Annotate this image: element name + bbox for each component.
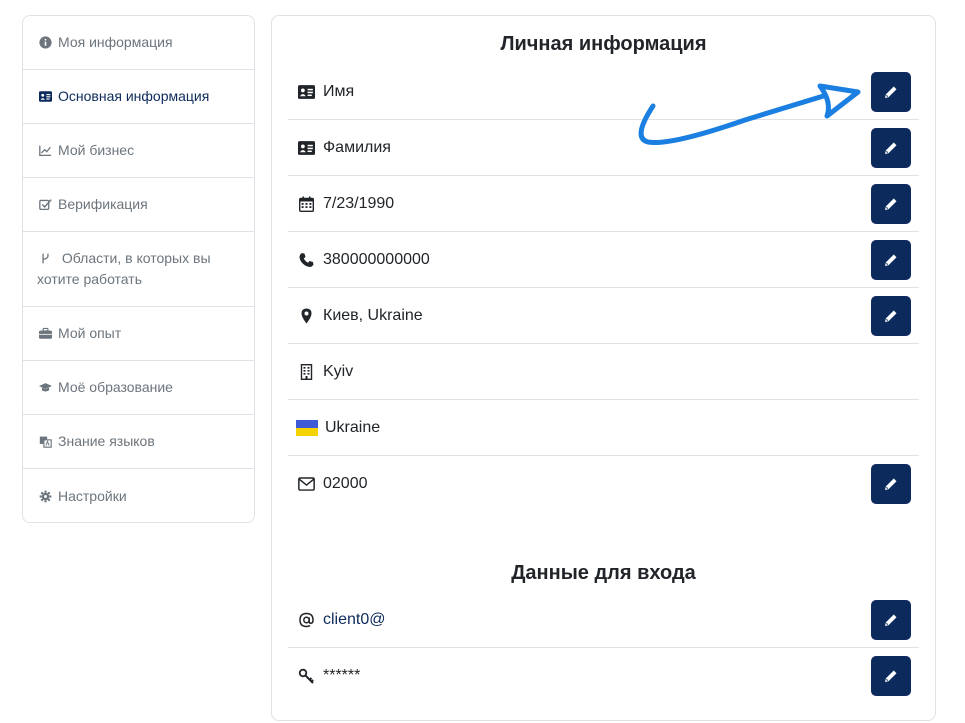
edit-email-button[interactable] [871, 600, 911, 640]
edit-first-name-button[interactable] [871, 72, 911, 112]
edit-birthdate-button[interactable] [871, 184, 911, 224]
info-row-city: Kyiv [288, 344, 919, 400]
line-chart-icon [37, 144, 53, 158]
sidebar-item-label: Настройки [58, 487, 127, 504]
envelope-icon [296, 475, 316, 493]
gear-icon [37, 489, 53, 503]
sidebar-item-basic-info[interactable]: Основная информация [23, 70, 254, 124]
edit-postal-code-button[interactable] [871, 464, 911, 504]
sidebar-item-label: Знание языков [58, 433, 155, 449]
info-row-phone: 380000000000 [288, 232, 919, 288]
sidebar-item-label: Моя информация [58, 34, 173, 50]
info-value: 7/23/1990 [323, 194, 395, 212]
sidebar-item-verification[interactable]: Верификация [23, 178, 254, 232]
id-card-icon [37, 90, 53, 104]
pencil-icon [885, 310, 897, 322]
info-value: Kyiv [323, 362, 354, 380]
login-row-email: client0@ [288, 592, 919, 648]
checkbox-icon [37, 198, 53, 212]
sidebar-item-label: Области, в которых вы хотите работать [37, 250, 211, 287]
info-value: Киев, Ukraine [323, 306, 423, 324]
main-panel: Личная информация Имя Фамилия 7/23/1990 [271, 15, 936, 721]
login-row-password: ****** [288, 648, 919, 704]
edit-location-button[interactable] [871, 296, 911, 336]
building-icon [296, 363, 316, 381]
info-row-first-name: Имя [288, 64, 919, 120]
id-card-icon [296, 139, 316, 157]
login-data-title: Данные для входа [511, 562, 696, 584]
info-row-last-name: Фамилия [288, 120, 919, 176]
sidebar-item-languages[interactable]: Знание языков [23, 415, 254, 469]
key-icon [296, 667, 316, 685]
sidebar-item-label: Верификация [58, 196, 148, 212]
pencil-icon [885, 478, 897, 490]
info-value: 380000000000 [323, 250, 430, 268]
sidebar-item-label: Мой бизнес [58, 142, 135, 158]
pencil-icon [885, 198, 897, 210]
calendar-icon [296, 195, 316, 213]
info-icon [37, 36, 53, 50]
edit-phone-button[interactable] [871, 240, 911, 280]
info-value: Ukraine [325, 418, 381, 436]
sidebar-item-settings[interactable]: Настройки [23, 469, 254, 522]
briefcase-icon [37, 327, 53, 341]
info-row-country: Ukraine [288, 400, 919, 456]
edit-last-name-button[interactable] [871, 128, 911, 168]
info-row-location: Киев, Ukraine [288, 288, 919, 344]
id-card-icon [296, 83, 316, 101]
map-marker-icon [296, 307, 316, 325]
branch-icon [37, 252, 53, 266]
info-value: Фамилия [323, 138, 391, 156]
info-row-birthdate: 7/23/1990 [288, 176, 919, 232]
pencil-icon [885, 142, 897, 154]
edit-password-button[interactable] [871, 656, 911, 696]
info-value: 02000 [323, 475, 368, 492]
ukraine-flag-icon [296, 419, 318, 436]
sidebar-item-my-info[interactable]: Моя информация [23, 16, 254, 70]
personal-info-title: Личная информация [500, 33, 707, 55]
sidebar-item-work-areas[interactable]: Области, в которых вы хотите работать [23, 232, 254, 307]
sidebar-item-my-education[interactable]: Моё образование [23, 361, 254, 415]
info-row-postal-code: 02000 [288, 456, 919, 512]
sidebar-item-my-experience[interactable]: Мой опыт [23, 307, 254, 361]
graduation-cap-icon [37, 381, 53, 395]
pencil-icon [885, 86, 897, 98]
info-value: Имя [323, 82, 355, 100]
pencil-icon [885, 670, 897, 682]
at-icon [296, 611, 316, 629]
phone-icon [296, 251, 316, 269]
sidebar-item-label: Моё образование [58, 379, 173, 395]
info-value: client0@ [323, 610, 386, 628]
pencil-icon [885, 614, 897, 626]
sidebar-item-label: Основная информация [58, 88, 210, 104]
sidebar-item-label: Мой опыт [58, 325, 122, 341]
pencil-icon [885, 254, 897, 266]
info-value: ****** [323, 667, 361, 684]
language-icon [37, 435, 53, 449]
sidebar-nav: Моя информация Основная информация Мой б… [22, 15, 255, 523]
sidebar-item-my-business[interactable]: Мой бизнес [23, 124, 254, 178]
